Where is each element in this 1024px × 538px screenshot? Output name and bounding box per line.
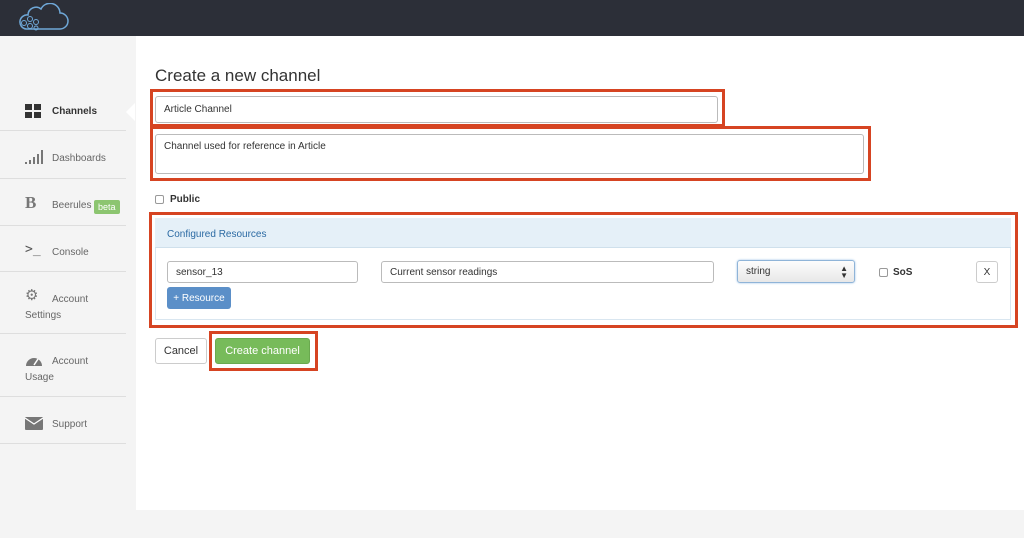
sidebar-item-label: Channels: [52, 106, 98, 117]
envelope-icon: [25, 417, 43, 430]
page-title: Create a new channel: [155, 66, 321, 85]
cancel-button[interactable]: Cancel: [155, 338, 207, 364]
sidebar-item-support[interactable]: Support: [0, 398, 126, 444]
sidebar-item-label: Dashboards: [52, 153, 106, 164]
gauge-icon: [26, 358, 42, 366]
top-bar: [0, 0, 1024, 36]
grid-icon: [25, 104, 41, 118]
sidebar-item-label-line2: Settings: [25, 310, 62, 321]
resource-description-input[interactable]: [381, 261, 714, 283]
signal-bars-icon: [25, 150, 43, 164]
sidebar-item-label: Account: [52, 294, 89, 305]
gears-icon: ⚙: [25, 287, 39, 304]
select-arrows-icon: ▲ ▼: [840, 264, 848, 280]
resource-type-value: string: [746, 266, 771, 277]
resource-name-input[interactable]: [167, 261, 358, 283]
sidebar-item-dashboards[interactable]: Dashboards: [0, 132, 126, 179]
sidebar-item-label: Account: [52, 356, 89, 367]
create-channel-button[interactable]: Create channel: [215, 338, 310, 364]
sidebar-item-account-settings[interactable]: ⚙ Account Settings: [0, 273, 126, 334]
sidebar-item-label: Beerules: [52, 200, 92, 211]
public-label: Public: [170, 194, 201, 205]
sidebar-item-label-line2: Usage: [25, 372, 54, 383]
sidebar-item-console[interactable]: >_ Console: [0, 227, 126, 272]
sidebar-item-channels[interactable]: Channels: [0, 91, 126, 131]
cloud-logo-icon[interactable]: [16, 3, 70, 33]
channel-name-input[interactable]: [155, 96, 718, 123]
public-checkbox[interactable]: [155, 195, 164, 204]
remove-resource-button[interactable]: X: [976, 261, 998, 283]
sidebar-item-label: Support: [52, 419, 88, 430]
active-indicator: [126, 103, 135, 121]
channel-description-input[interactable]: Channel used for reference in Article: [155, 134, 864, 174]
sos-label: SoS: [893, 267, 913, 278]
configured-resources-header: [155, 218, 1011, 248]
resource-type-select[interactable]: string ▲ ▼: [737, 260, 855, 283]
configured-resources-title: Configured Resources: [167, 229, 267, 240]
terminal-prompt-icon: >_: [25, 242, 41, 257]
sos-checkbox[interactable]: [879, 268, 888, 277]
add-resource-button[interactable]: + Resource: [167, 287, 231, 309]
beerules-b-icon: B: [25, 193, 37, 212]
sidebar-item-account-usage[interactable]: Account Usage: [0, 335, 126, 397]
beta-badge: beta: [94, 200, 120, 214]
sidebar-item-label: Console: [52, 247, 89, 258]
